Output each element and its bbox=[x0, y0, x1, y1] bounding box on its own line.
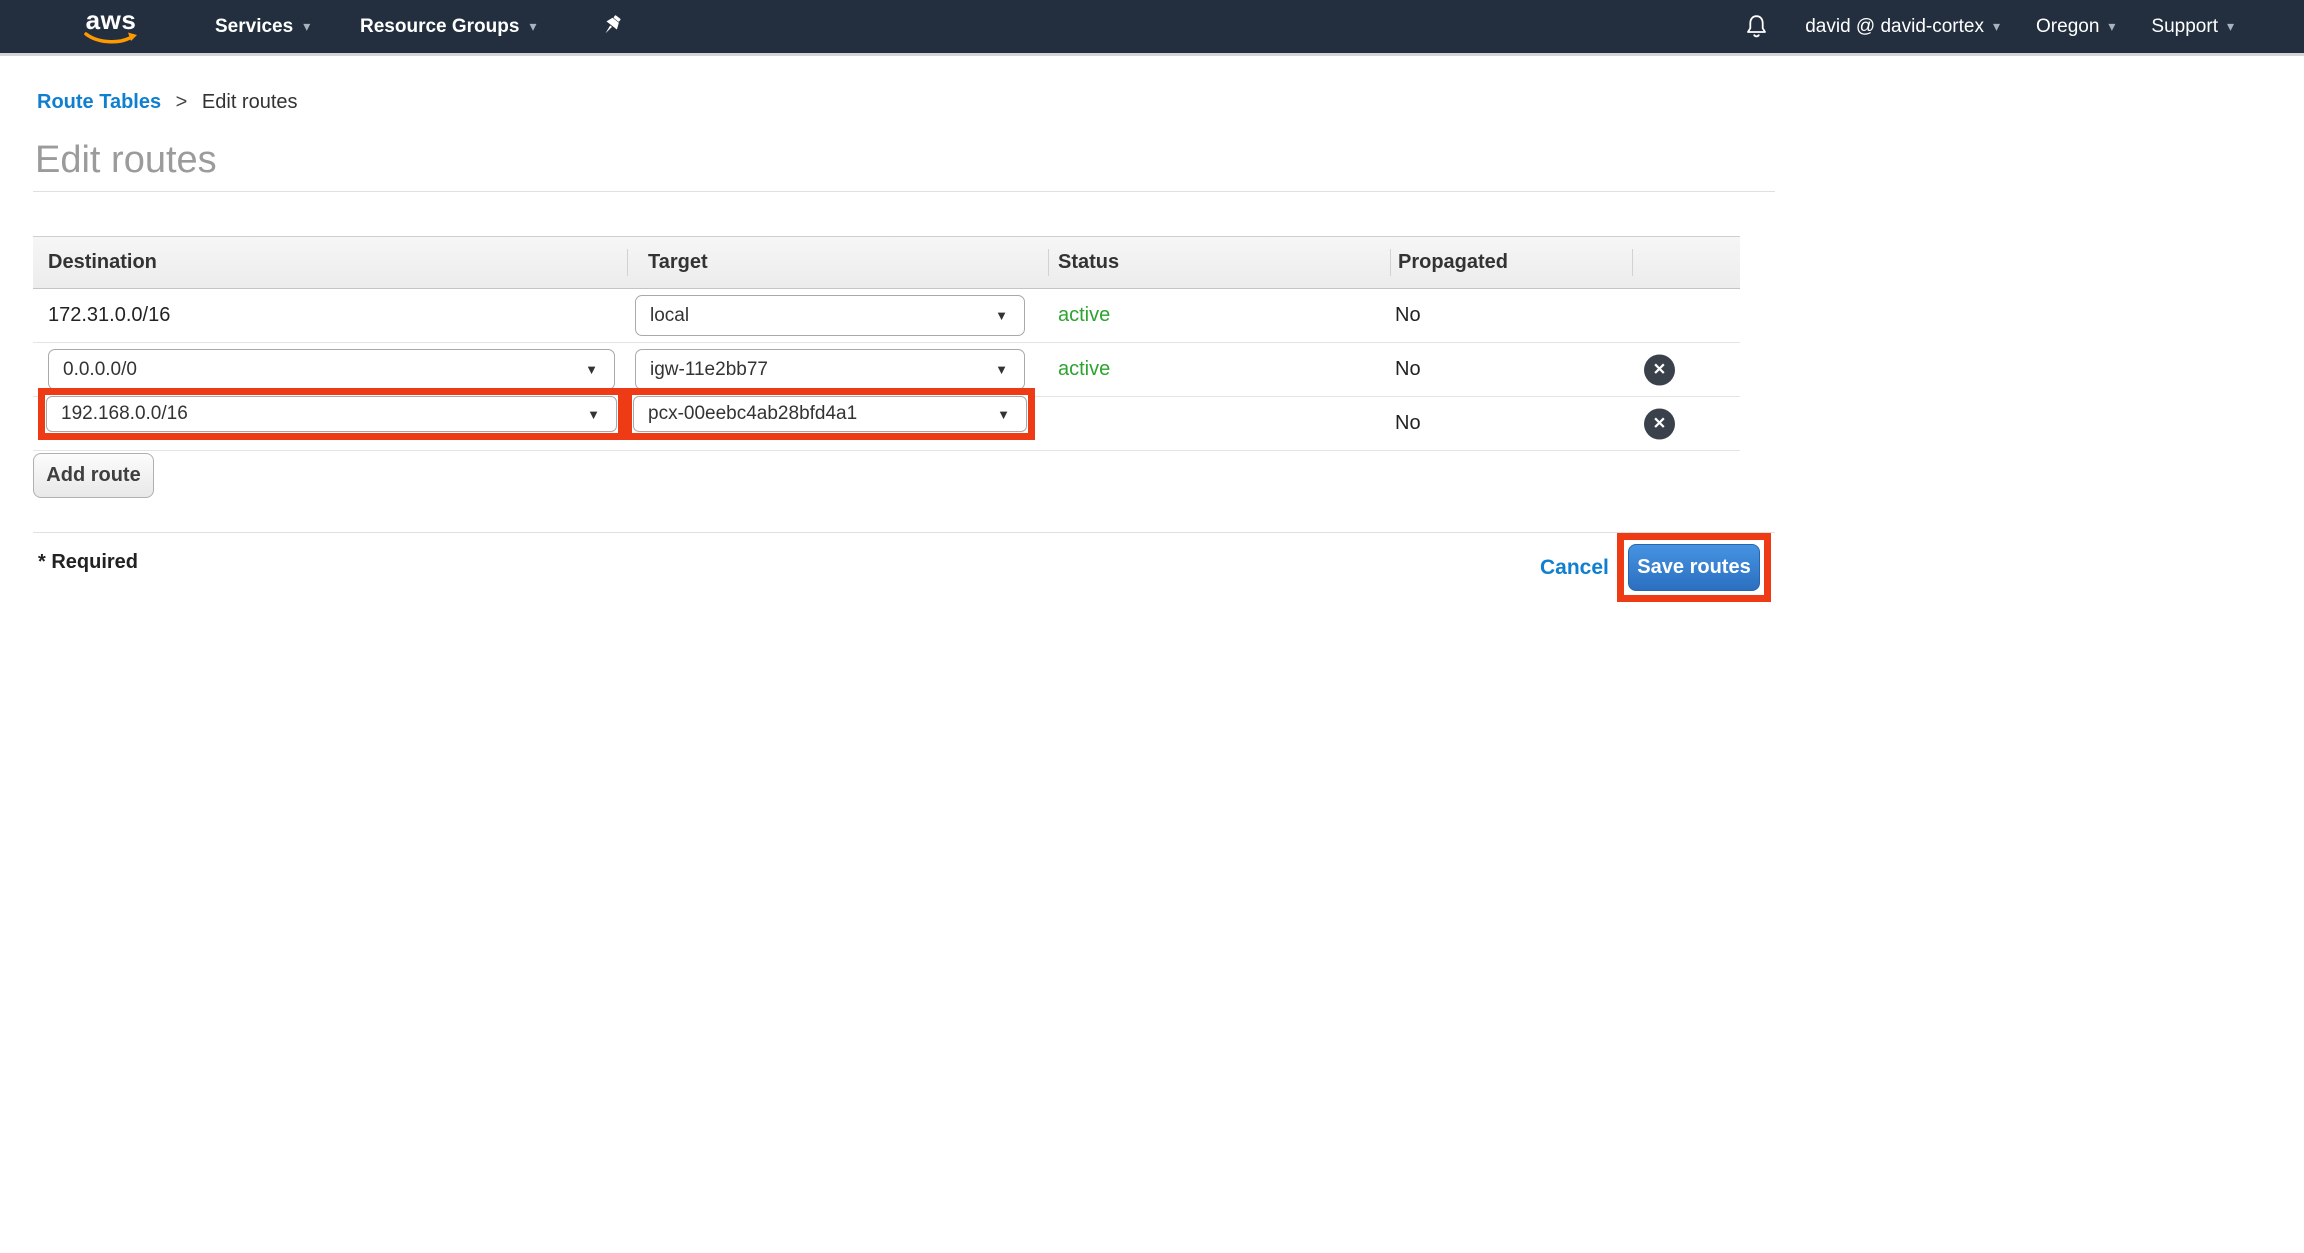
support-menu[interactable]: Support ▾ bbox=[2151, 16, 2234, 38]
notifications-bell-button[interactable] bbox=[1744, 13, 1769, 40]
propagated-value: No bbox=[1395, 397, 1421, 450]
user-account-label: david @ david-cortex bbox=[1805, 16, 1984, 38]
column-divider bbox=[1048, 249, 1049, 276]
destination-value: 172.31.0.0/16 bbox=[48, 289, 170, 342]
propagated-value: No bbox=[1395, 289, 1421, 342]
navbar-right-cluster: david @ david-cortex ▾ Oregon ▾ Support … bbox=[1744, 0, 2234, 53]
target-dropdown[interactable]: local ▼ bbox=[635, 295, 1025, 336]
top-navbar: aws Services ▾ Resource Groups ▾ bbox=[0, 0, 2304, 56]
column-divider bbox=[1390, 249, 1391, 276]
caret-down-icon: ▾ bbox=[529, 18, 536, 35]
target-dropdown[interactable]: pcx-00eebc4ab28bfd4a1 ▼ bbox=[633, 396, 1027, 432]
delete-route-button[interactable]: ✕ bbox=[1644, 354, 1675, 385]
highlight-box-save: Save routes bbox=[1617, 533, 1771, 602]
destination-dropdown-value: 0.0.0.0/0 bbox=[63, 359, 137, 381]
breadcrumb-current: Edit routes bbox=[202, 91, 298, 113]
breadcrumb: Route Tables > Edit routes bbox=[37, 91, 298, 114]
caret-down-icon: ▾ bbox=[1993, 18, 2000, 35]
save-routes-button[interactable]: Save routes bbox=[1628, 544, 1760, 591]
page-title: Edit routes bbox=[35, 139, 217, 182]
services-menu[interactable]: Services ▾ bbox=[215, 0, 310, 53]
destination-dropdown-value: 192.168.0.0/16 bbox=[61, 403, 188, 425]
title-divider bbox=[33, 191, 1775, 192]
column-divider bbox=[627, 249, 628, 276]
select-caret-icon: ▼ bbox=[585, 362, 598, 377]
target-dropdown[interactable]: igw-11e2bb77 ▼ bbox=[635, 349, 1025, 390]
column-header-target: Target bbox=[648, 237, 708, 288]
status-badge: active bbox=[1058, 289, 1110, 342]
select-caret-icon: ▼ bbox=[587, 407, 600, 422]
destination-dropdown[interactable]: 192.168.0.0/16 ▼ bbox=[46, 396, 617, 432]
caret-down-icon: ▾ bbox=[2227, 18, 2234, 35]
cancel-link[interactable]: Cancel bbox=[1540, 556, 1609, 580]
highlight-box-destination: 192.168.0.0/16 ▼ bbox=[38, 388, 625, 440]
target-dropdown-value: igw-11e2bb77 bbox=[650, 359, 768, 381]
target-dropdown-value: pcx-00eebc4ab28bfd4a1 bbox=[648, 403, 857, 425]
status-badge: active bbox=[1058, 343, 1110, 396]
highlight-box-target: pcx-00eebc4ab28bfd4a1 ▼ bbox=[625, 388, 1035, 440]
region-menu[interactable]: Oregon ▾ bbox=[2036, 16, 2115, 38]
routes-table: Destination Target Status Propagated 172… bbox=[33, 236, 1740, 451]
caret-down-icon: ▾ bbox=[303, 18, 310, 35]
footer-divider bbox=[33, 532, 1775, 533]
resource-groups-menu[interactable]: Resource Groups ▾ bbox=[360, 0, 536, 53]
pushpin-icon bbox=[600, 14, 624, 40]
support-label: Support bbox=[2151, 16, 2218, 38]
aws-logo[interactable]: aws bbox=[84, 0, 138, 53]
pin-shortcut-button[interactable] bbox=[600, 0, 624, 53]
column-header-propagated: Propagated bbox=[1398, 237, 1508, 288]
table-row: 172.31.0.0/16 local ▼ active No bbox=[33, 289, 1740, 343]
column-divider bbox=[1632, 249, 1633, 276]
destination-dropdown[interactable]: 0.0.0.0/0 ▼ bbox=[48, 349, 615, 390]
target-dropdown-value: local bbox=[650, 305, 689, 327]
breadcrumb-separator: > bbox=[176, 91, 188, 113]
propagated-value: No bbox=[1395, 343, 1421, 396]
select-caret-icon: ▼ bbox=[995, 308, 1008, 323]
services-menu-label: Services bbox=[215, 16, 293, 38]
resource-groups-menu-label: Resource Groups bbox=[360, 16, 519, 38]
breadcrumb-link-route-tables[interactable]: Route Tables bbox=[37, 91, 161, 113]
select-caret-icon: ▼ bbox=[995, 362, 1008, 377]
bell-icon bbox=[1744, 13, 1769, 40]
caret-down-icon: ▾ bbox=[2108, 18, 2115, 35]
table-header-row: Destination Target Status Propagated bbox=[33, 236, 1740, 289]
required-note: * Required bbox=[38, 551, 138, 574]
close-x-icon: ✕ bbox=[1653, 360, 1666, 380]
delete-route-button[interactable]: ✕ bbox=[1644, 408, 1675, 439]
aws-logo-text: aws bbox=[86, 9, 137, 31]
select-caret-icon: ▼ bbox=[997, 407, 1010, 422]
add-route-button[interactable]: Add route bbox=[33, 453, 154, 498]
close-x-icon: ✕ bbox=[1653, 414, 1666, 434]
user-account-menu[interactable]: david @ david-cortex ▾ bbox=[1805, 16, 2000, 38]
aws-smile-icon bbox=[84, 32, 138, 45]
region-label: Oregon bbox=[2036, 16, 2099, 38]
column-header-status: Status bbox=[1058, 237, 1119, 288]
column-header-destination: Destination bbox=[48, 237, 157, 288]
